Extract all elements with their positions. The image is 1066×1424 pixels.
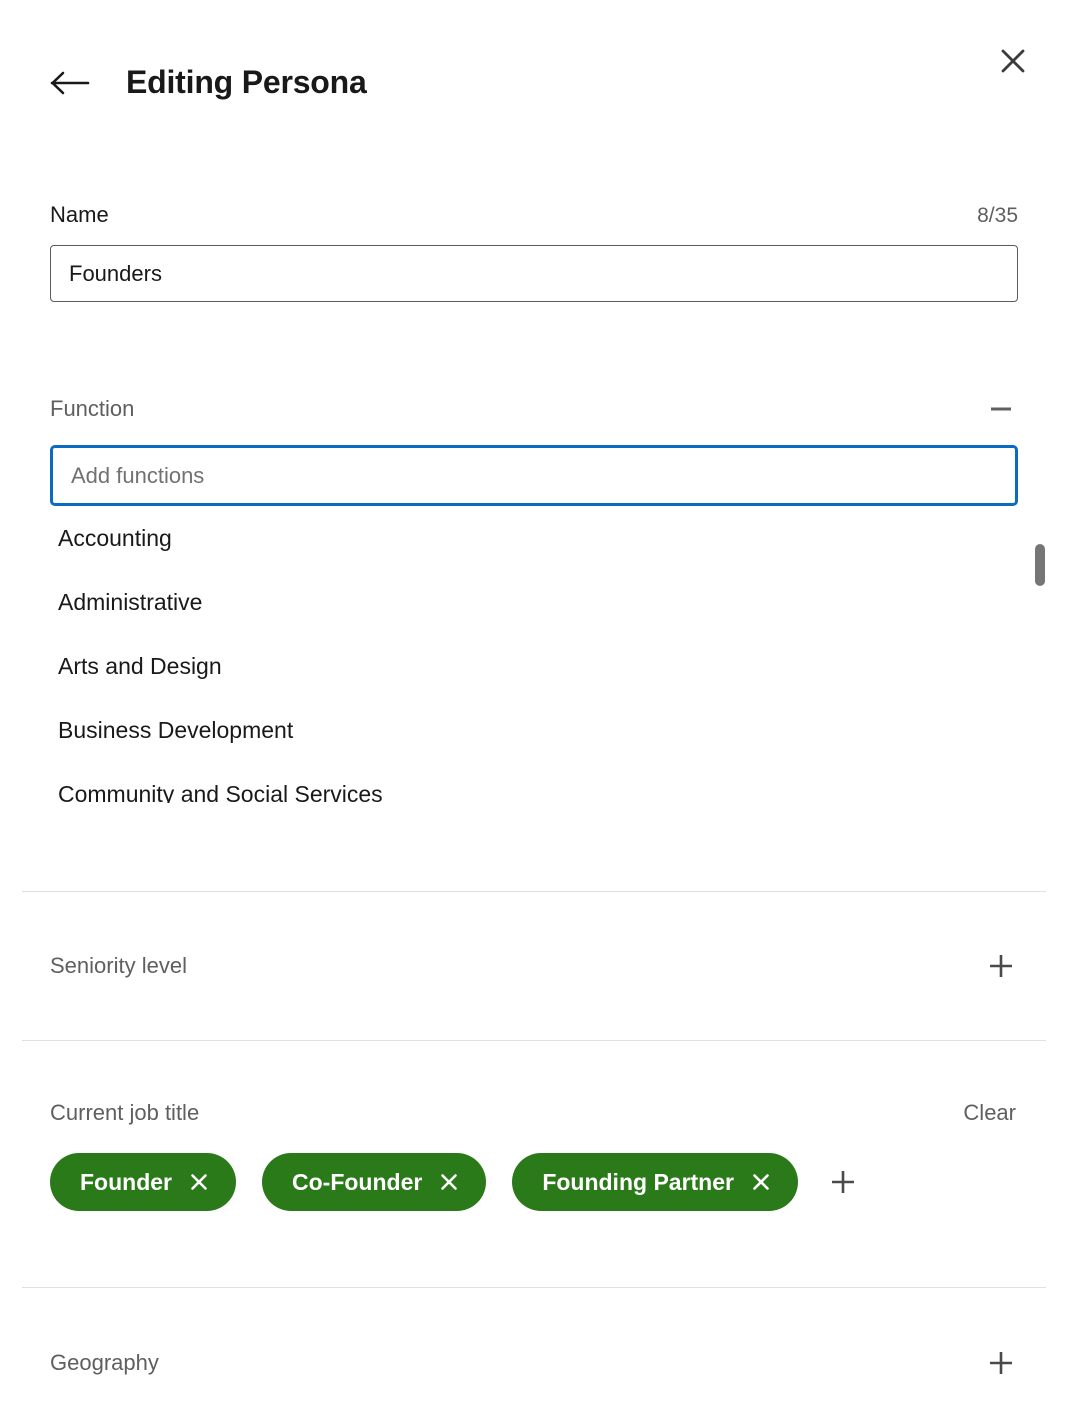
name-char-counter: 8/35 (977, 201, 1018, 231)
section-divider (22, 891, 1046, 892)
job-title-tag[interactable]: Co-Founder (262, 1153, 486, 1211)
plus-icon[interactable] (986, 951, 1016, 981)
seniority-section-header[interactable]: Seniority level (50, 942, 1016, 990)
seniority-section: Seniority level (0, 942, 1066, 990)
geography-section-label: Geography (50, 1348, 159, 1378)
list-item[interactable]: Accounting (50, 506, 1018, 570)
list-item[interactable]: Arts and Design (50, 634, 1018, 698)
remove-tag-icon[interactable] (188, 1171, 210, 1193)
function-section-header[interactable]: Function (50, 385, 1016, 433)
list-item[interactable]: Business Development (50, 698, 1018, 762)
job-title-tag[interactable]: Founding Partner (512, 1153, 798, 1211)
current-job-title-section: Current job title Clear Founder Co-Found… (0, 1096, 1066, 1211)
name-label: Name (50, 200, 109, 230)
plus-icon[interactable] (986, 1348, 1016, 1378)
clear-button[interactable]: Clear (963, 1098, 1016, 1128)
function-section-label: Function (50, 394, 134, 424)
geography-section-header[interactable]: Geography (50, 1339, 1016, 1387)
name-input[interactable] (50, 245, 1018, 302)
function-input-wrapper (50, 445, 1016, 506)
name-field-group: Name 8/35 (50, 200, 1018, 302)
add-functions-input[interactable] (50, 445, 1018, 506)
function-options-list[interactable]: Accounting Administrative Arts and Desig… (50, 506, 1018, 803)
list-item[interactable]: Community and Social Services (50, 762, 1018, 803)
remove-tag-icon[interactable] (750, 1171, 772, 1193)
list-item[interactable]: Administrative (50, 570, 1018, 634)
add-job-title-plus-icon[interactable] (826, 1165, 860, 1199)
close-icon[interactable] (992, 40, 1034, 82)
section-divider (22, 1287, 1046, 1288)
job-title-tag-label: Founding Partner (542, 1169, 734, 1196)
geography-section: Geography (0, 1339, 1066, 1387)
editing-persona-panel: Editing Persona Name 8/35 Function (0, 0, 1066, 1424)
current-job-title-header: Current job title Clear (50, 1096, 1016, 1130)
panel-header: Editing Persona (0, 0, 1066, 140)
job-title-tag[interactable]: Founder (50, 1153, 236, 1211)
job-title-tag-row: Founder Co-Founder Founding Partner (50, 1153, 1016, 1211)
function-section: Function Accounting Administrative Arts … (0, 385, 1066, 803)
remove-tag-icon[interactable] (438, 1171, 460, 1193)
seniority-section-label: Seniority level (50, 951, 187, 981)
section-divider (22, 1040, 1046, 1041)
minus-icon[interactable] (986, 394, 1016, 424)
name-label-row: Name 8/35 (50, 200, 1018, 232)
page-title: Editing Persona (126, 60, 367, 104)
options-scrollbar-thumb[interactable] (1035, 544, 1045, 586)
back-arrow-icon[interactable] (48, 63, 92, 103)
job-title-tag-label: Co-Founder (292, 1169, 422, 1196)
job-title-tag-label: Founder (80, 1169, 172, 1196)
current-job-title-label: Current job title (50, 1098, 199, 1128)
